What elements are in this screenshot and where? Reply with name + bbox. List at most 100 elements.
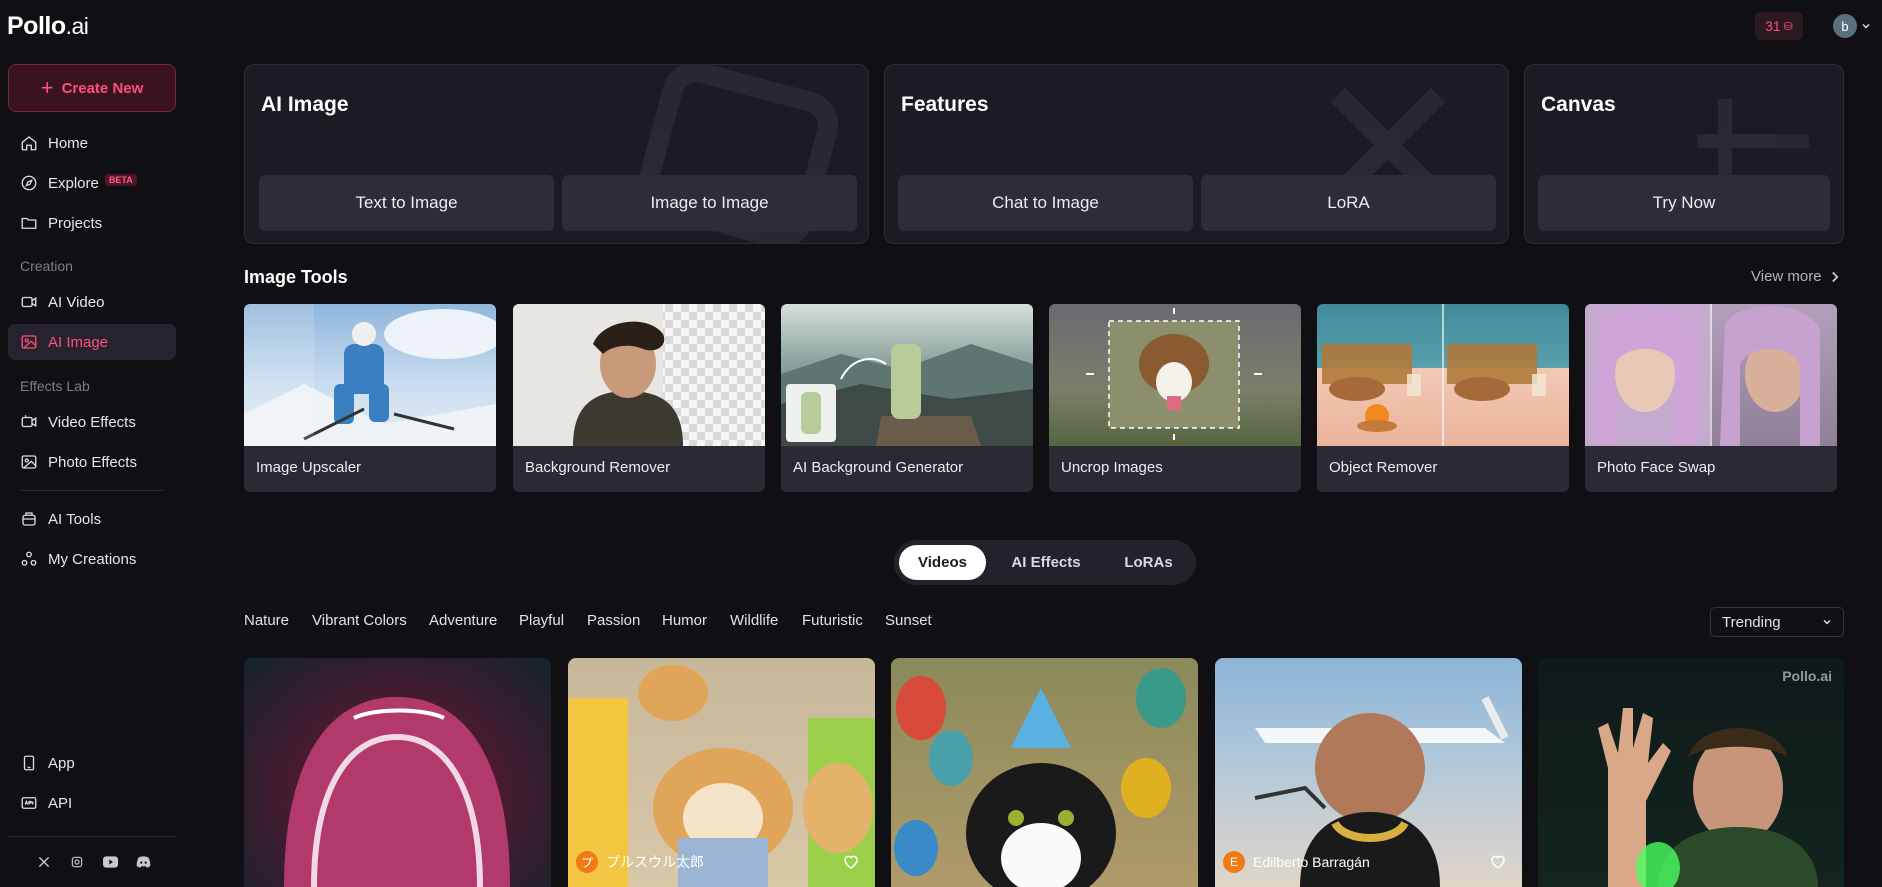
sidebar-item-my-creations[interactable]: My Creations	[8, 541, 176, 577]
api-icon	[21, 797, 37, 809]
try-now-button[interactable]: Try Now	[1538, 175, 1830, 231]
youtube-icon[interactable]	[102, 854, 118, 870]
tool-label: Object Remover	[1329, 459, 1438, 476]
filter-passion[interactable]: Passion	[587, 612, 640, 629]
discord-icon[interactable]	[135, 854, 151, 870]
video-card[interactable]: Pollo.ai	[1538, 658, 1844, 887]
filter-vibrant-colors[interactable]: Vibrant Colors	[312, 612, 407, 629]
tool-thumbnail	[1585, 304, 1837, 446]
filter-humor[interactable]: Humor	[662, 612, 707, 629]
filter-playful[interactable]: Playful	[519, 612, 564, 629]
video-card[interactable]: プ プルスウル太郎	[568, 658, 875, 887]
filter-futuristic[interactable]: Futuristic	[802, 612, 863, 629]
sidebar-item-home[interactable]: Home	[8, 125, 176, 161]
tool-label: Image Upscaler	[256, 459, 362, 476]
filter-adventure[interactable]: Adventure	[429, 612, 497, 629]
view-more-link[interactable]: View more	[1751, 268, 1840, 285]
folder-icon	[21, 217, 37, 229]
beta-badge: BETA	[104, 174, 137, 186]
chevron-right-icon	[1831, 271, 1839, 282]
tab-videos[interactable]: Videos	[899, 545, 986, 580]
image-tools-title: Image Tools	[244, 267, 348, 287]
sidebar-divider	[20, 490, 163, 491]
plus-icon: +	[40, 75, 54, 100]
x-icon[interactable]	[36, 854, 52, 870]
sidebar-item-app[interactable]: App	[8, 745, 176, 781]
credits-badge[interactable]: 31 ⛁	[1755, 12, 1803, 40]
video-thumbnail	[1598, 708, 1818, 887]
tool-card-photo-face-swap[interactable]: Photo Face Swap	[1585, 304, 1837, 492]
sidebar-item-explore[interactable]: Explore BETA	[8, 165, 176, 201]
section-label-effects-lab: Effects Lab	[20, 378, 90, 394]
sidebar: Pollo.ai + Create New Home Explore BETA …	[0, 0, 184, 887]
video-effects-icon	[21, 414, 37, 428]
tool-card-image-upscaler[interactable]: Image Upscaler	[244, 304, 496, 492]
tool-label: Background Remover	[525, 459, 671, 476]
tool-thumbnail	[1317, 304, 1569, 446]
create-new-button[interactable]: + Create New	[8, 64, 176, 112]
video-card[interactable]: E Edilberto Barragán	[1215, 658, 1522, 887]
tool-thumbnail	[513, 304, 765, 446]
tool-card-background-remover[interactable]: Background Remover	[513, 304, 765, 492]
sidebar-item-projects[interactable]: Projects	[8, 205, 176, 241]
sidebar-item-ai-video[interactable]: AI Video	[8, 284, 176, 320]
instagram-icon[interactable]	[69, 854, 85, 870]
video-thumbnail	[284, 697, 510, 887]
chat-to-image-button[interactable]: Chat to Image	[898, 175, 1193, 231]
filter-nature[interactable]: Nature	[244, 612, 289, 629]
tool-label: Uncrop Images	[1061, 459, 1163, 476]
author-avatar: E	[1223, 851, 1245, 873]
home-icon	[21, 136, 37, 151]
tool-card-ai-background-generator[interactable]: AI Background Generator	[781, 304, 1033, 492]
lora-button[interactable]: LoRA	[1201, 175, 1496, 231]
video-author[interactable]: E Edilberto Barragán	[1223, 851, 1370, 873]
sidebar-divider-bottom	[8, 836, 176, 837]
watermark: Pollo.ai	[1782, 668, 1832, 684]
video-card[interactable]	[244, 658, 551, 887]
content-tabs: Videos AI Effects LoRAs	[894, 540, 1196, 585]
chevron-down-icon	[1823, 619, 1831, 625]
phone-icon	[23, 755, 35, 771]
sort-select[interactable]: Trending	[1710, 607, 1844, 637]
creations-icon	[21, 551, 37, 566]
tool-card-object-remover[interactable]: Object Remover	[1317, 304, 1569, 492]
chevron-down-icon	[1862, 23, 1870, 29]
video-author[interactable]: プ プルスウル太郎	[576, 851, 704, 873]
avatar: b	[1833, 14, 1857, 38]
sidebar-item-ai-tools[interactable]: AI Tools	[8, 501, 176, 537]
section-label-creation: Creation	[20, 258, 73, 274]
text-to-image-button[interactable]: Text to Image	[259, 175, 554, 231]
photo-effects-icon	[21, 455, 37, 469]
card-title: Features	[901, 93, 989, 116]
tab-loras[interactable]: LoRAs	[1106, 545, 1191, 580]
features-card: Features Chat to Image LoRA	[884, 64, 1509, 244]
coin-icon: ⛁	[1783, 20, 1793, 33]
compass-icon	[21, 175, 37, 191]
heart-icon[interactable]	[1489, 853, 1507, 871]
tools-icon	[22, 512, 36, 526]
filter-wildlife[interactable]: Wildlife	[730, 612, 778, 629]
video-thumbnail	[894, 668, 1186, 887]
tool-label: AI Background Generator	[793, 459, 964, 476]
card-title: Canvas	[1541, 93, 1616, 116]
tab-ai-effects[interactable]: AI Effects	[986, 545, 1106, 580]
sidebar-item-photo-effects[interactable]: Photo Effects	[8, 444, 176, 480]
video-card[interactable]	[891, 658, 1198, 887]
tool-thumbnail	[244, 304, 496, 446]
tool-card-uncrop-images[interactable]: Uncrop Images	[1049, 304, 1301, 492]
sidebar-item-video-effects[interactable]: Video Effects	[8, 404, 176, 440]
image-icon	[21, 335, 37, 349]
ai-image-card: AI Image Text to Image Image to Image	[244, 64, 869, 244]
filter-sunset[interactable]: Sunset	[885, 612, 932, 629]
author-avatar: プ	[576, 851, 598, 873]
tool-label: Photo Face Swap	[1597, 459, 1716, 476]
canvas-card: Canvas Try Now	[1524, 64, 1844, 244]
logo[interactable]: Pollo.ai	[7, 12, 89, 41]
image-to-image-button[interactable]: Image to Image	[562, 175, 857, 231]
heart-icon[interactable]	[842, 853, 860, 871]
tool-thumbnail	[1049, 304, 1301, 446]
sidebar-item-ai-image[interactable]: AI Image	[8, 324, 176, 360]
card-title: AI Image	[261, 93, 349, 116]
user-menu[interactable]: b	[1833, 14, 1872, 38]
sidebar-item-api[interactable]: API	[8, 785, 176, 821]
